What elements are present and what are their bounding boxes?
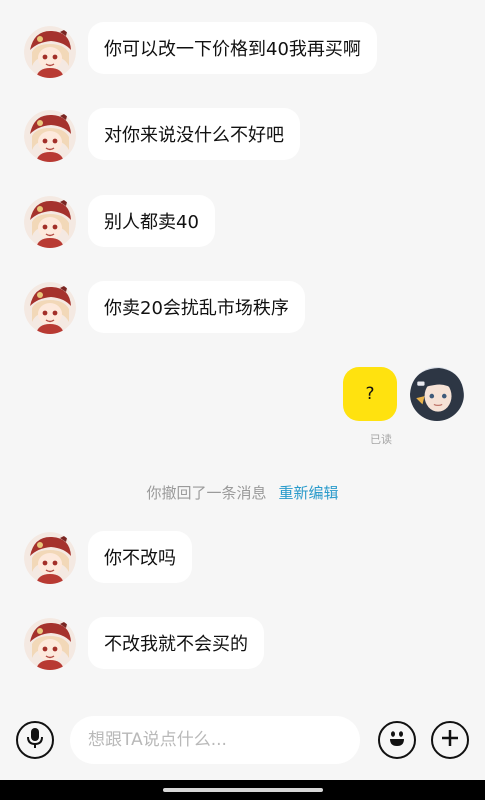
read-status: 已读	[370, 433, 392, 446]
self-avatar[interactable]	[410, 367, 464, 421]
input-bar	[0, 700, 485, 780]
plus-icon	[440, 728, 460, 752]
message-text: 你不改吗	[104, 548, 176, 569]
contact-avatar[interactable]	[24, 196, 76, 248]
message-text: 不改我就不会买的	[104, 634, 248, 655]
message-bubble-incoming[interactable]: 你可以改一下价格到40我再买啊	[88, 22, 377, 74]
contact-avatar[interactable]	[24, 618, 76, 670]
recall-notice: 你撤回了一条消息 重新编辑	[0, 482, 485, 503]
message-bubble-outgoing[interactable]: ?	[343, 367, 397, 421]
home-indicator[interactable]	[163, 788, 323, 792]
message-text: 对你来说没什么不好吧	[104, 125, 284, 146]
message-text: 你可以改一下价格到40我再买啊	[104, 39, 361, 60]
emoji-button[interactable]	[378, 721, 416, 759]
emoji-icon	[386, 727, 408, 753]
message-bubble-incoming[interactable]: 你卖20会扰乱市场秩序	[88, 281, 305, 333]
message-text: ?	[365, 384, 375, 404]
chat-screen: 你可以改一下价格到40我再买啊 对你来说没什么不好吧 别人都卖40 你卖20会扰…	[0, 0, 485, 800]
message-bubble-incoming[interactable]: 别人都卖40	[88, 195, 215, 247]
message-bubble-incoming[interactable]: 你不改吗	[88, 531, 192, 583]
microphone-icon	[25, 726, 45, 754]
message-input[interactable]	[70, 716, 360, 764]
voice-button[interactable]	[16, 721, 54, 759]
plus-button[interactable]	[431, 721, 469, 759]
system-nav-bar	[0, 780, 485, 800]
recall-notice-text: 你撤回了一条消息	[146, 484, 267, 502]
message-text: 别人都卖40	[104, 212, 199, 233]
contact-avatar[interactable]	[24, 26, 76, 78]
reedit-link[interactable]: 重新编辑	[279, 484, 339, 502]
message-bubble-incoming[interactable]: 不改我就不会买的	[88, 617, 264, 669]
contact-avatar[interactable]	[24, 532, 76, 584]
message-text: 你卖20会扰乱市场秩序	[104, 298, 289, 319]
message-bubble-incoming[interactable]: 对你来说没什么不好吧	[88, 108, 300, 160]
contact-avatar[interactable]	[24, 110, 76, 162]
contact-avatar[interactable]	[24, 282, 76, 334]
